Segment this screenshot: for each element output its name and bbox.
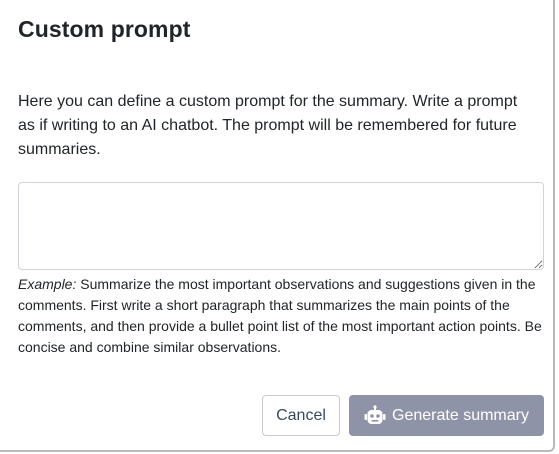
dialog-title: Custom prompt [18,16,191,42]
example-text: Summarize the most important observation… [18,276,542,355]
dialog-description: Here you can define a custom prompt for … [18,93,518,158]
robot-icon [364,404,386,427]
generate-summary-label: Generate summary [392,406,529,424]
cancel-button-label: Cancel [276,406,326,424]
custom-prompt-dialog: Custom prompt Here you can define a cust… [0,0,555,452]
example-label: Example: [18,276,77,292]
example-text-block: Example: Summarize the most important ob… [18,274,548,358]
cancel-button[interactable]: Cancel [262,395,340,436]
custom-prompt-input[interactable] [18,182,544,270]
generate-summary-button[interactable]: Generate summary [349,395,544,436]
